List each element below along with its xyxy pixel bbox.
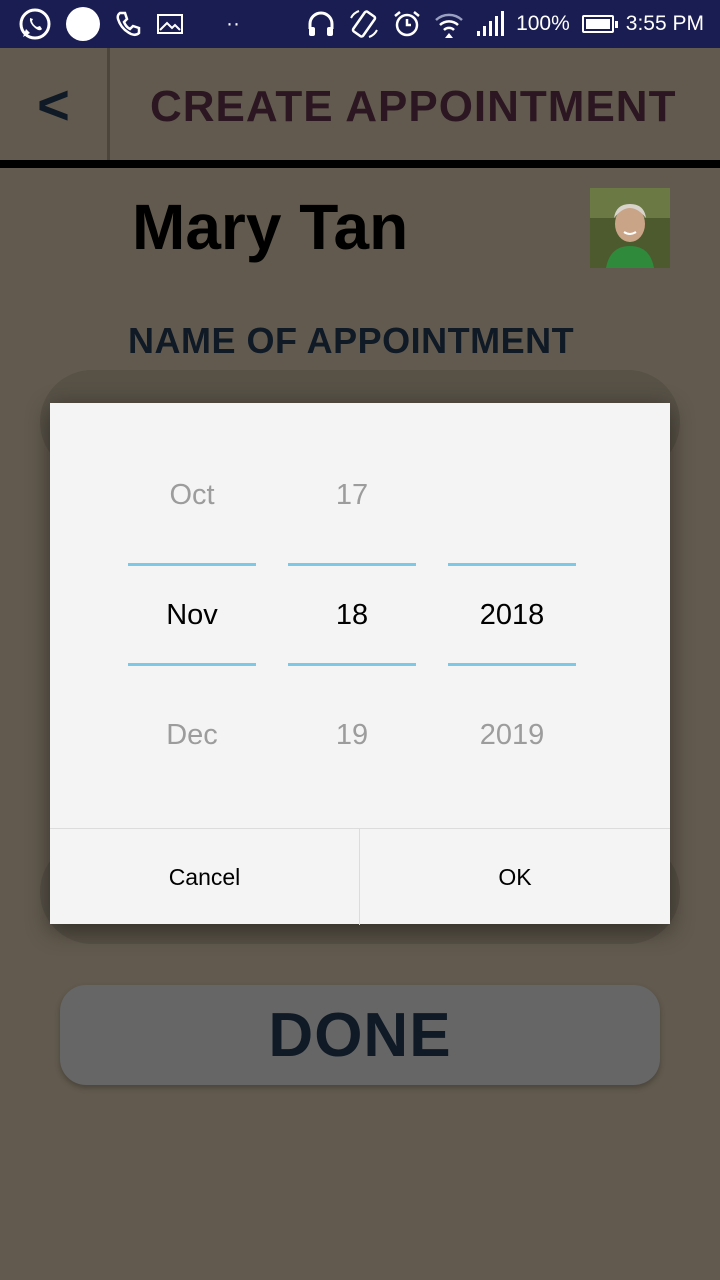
overflow-dots: ·· xyxy=(226,12,240,35)
done-button[interactable]: DONE xyxy=(60,985,660,1085)
month-prev[interactable]: Oct xyxy=(128,479,256,512)
day-divider-bottom xyxy=(288,663,416,666)
day-divider-top xyxy=(288,563,416,566)
year-divider-bottom xyxy=(448,663,576,666)
circle-notification-icon xyxy=(66,7,100,41)
battery-icon xyxy=(581,15,618,33)
ok-button[interactable]: OK xyxy=(360,829,670,925)
header-divider xyxy=(0,160,720,168)
app-bar: < CREATE APPOINTMENT xyxy=(0,48,720,160)
rotation-icon xyxy=(348,8,380,40)
page-title: CREATE APPOINTMENT xyxy=(150,82,677,131)
clock: 3:55 PM xyxy=(625,12,704,35)
battery-percent: 100% xyxy=(516,12,570,35)
whatsapp-icon xyxy=(18,7,52,41)
day-picker[interactable]: 17 18 19 xyxy=(288,403,416,828)
signal-icon xyxy=(476,11,505,37)
month-divider-top xyxy=(128,563,256,566)
phone-icon xyxy=(114,10,142,38)
system-icons: 100% 3:55 PM xyxy=(306,6,704,42)
notification-icons: ·· xyxy=(18,6,240,42)
month-divider-bottom xyxy=(128,663,256,666)
day-next[interactable]: 19 xyxy=(288,719,416,752)
alarm-icon xyxy=(392,9,422,39)
year-next[interactable]: 2019 xyxy=(448,719,576,752)
date-picker-dialog: Oct Nov Dec 17 18 19 2018 2019 Cancel OK xyxy=(50,403,670,925)
avatar[interactable] xyxy=(590,188,670,268)
year-selected[interactable]: 2018 xyxy=(448,599,576,632)
year-picker[interactable]: 2018 2019 xyxy=(448,403,576,828)
wifi-icon xyxy=(434,9,464,39)
month-picker[interactable]: Oct Nov Dec xyxy=(128,403,256,828)
status-bar: ·· 100% 3:55 PM xyxy=(0,0,720,48)
back-chevron-icon: < xyxy=(37,72,70,136)
day-selected[interactable]: 18 xyxy=(288,599,416,632)
cancel-button[interactable]: Cancel xyxy=(50,829,360,925)
year-divider-top xyxy=(448,563,576,566)
month-selected[interactable]: Nov xyxy=(128,599,256,632)
back-button[interactable]: < xyxy=(0,48,110,160)
dialog-button-row: Cancel OK xyxy=(50,828,670,925)
appointment-name-label: NAME OF APPOINTMENT xyxy=(128,320,575,361)
month-next[interactable]: Dec xyxy=(128,719,256,752)
headphones-icon xyxy=(306,9,336,39)
patient-name: Mary Tan xyxy=(132,191,409,263)
day-prev[interactable]: 17 xyxy=(288,479,416,512)
gallery-icon xyxy=(156,12,184,36)
